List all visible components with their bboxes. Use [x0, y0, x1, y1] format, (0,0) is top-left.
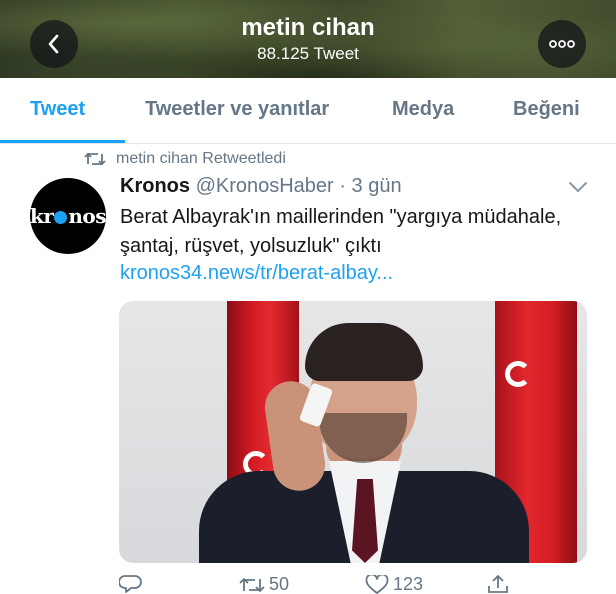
profile-name: metin cihan [241, 14, 375, 41]
tweet-text: Berat Albayrak'ın maillerinden "yargıya … [120, 206, 562, 257]
share-icon [488, 574, 508, 593]
tab-likes[interactable]: Beğeni [513, 98, 580, 121]
retweet-button[interactable]: 50 [239, 574, 289, 594]
reply-button[interactable] [119, 574, 143, 594]
author-handle[interactable]: @KronosHaber [196, 175, 334, 197]
tweet-actions: 50 123 [119, 572, 519, 594]
tweet-author-line: Kronos @KronosHaber · 3 gün [120, 175, 402, 198]
retweet-icon [84, 152, 106, 166]
avatar[interactable]: kr nos [30, 178, 106, 254]
share-button[interactable] [487, 574, 509, 594]
active-tab-indicator [0, 140, 125, 143]
like-count: 123 [393, 574, 424, 594]
tweet-image[interactable] [119, 301, 587, 563]
tweet-menu-button[interactable] [568, 180, 588, 198]
heart-icon [365, 574, 389, 594]
like-button[interactable]: 123 [365, 574, 423, 594]
avatar-text-right: nos [68, 204, 106, 228]
separator: · [339, 175, 346, 197]
avatar-dot [54, 210, 68, 224]
more-button[interactable] [538, 20, 586, 68]
tab-tweets-and-replies[interactable]: Tweetler ve yanıtlar [145, 98, 329, 121]
author-name[interactable]: Kronos [120, 175, 190, 197]
profile-header: metin cihan 88.125 Tweet [0, 0, 616, 78]
retweet-icon [239, 577, 265, 592]
profile-tabs: Tweet Tweetler ve yanıtlar Medya Beğeni [0, 78, 616, 144]
retweet-context: metin cihan Retweetledi [84, 149, 286, 169]
tab-tweet[interactable]: Tweet [30, 98, 85, 121]
avatar-text-left: kr [30, 204, 54, 228]
tweet-time[interactable]: 3 gün [352, 175, 402, 197]
retweeted-by-label: metin cihan Retweetledi [116, 150, 286, 167]
tweet-count: 88.125 Tweet [257, 44, 359, 63]
reply-icon [119, 575, 142, 593]
photo-hair [305, 323, 423, 381]
retweet-count: 50 [269, 574, 290, 594]
tweet-link[interactable]: kronos34.news/tr/berat-albay... [120, 262, 393, 285]
chevron-down-icon [569, 182, 587, 192]
tab-media[interactable]: Medya [392, 98, 454, 121]
more-horizontal-icon [549, 40, 575, 48]
